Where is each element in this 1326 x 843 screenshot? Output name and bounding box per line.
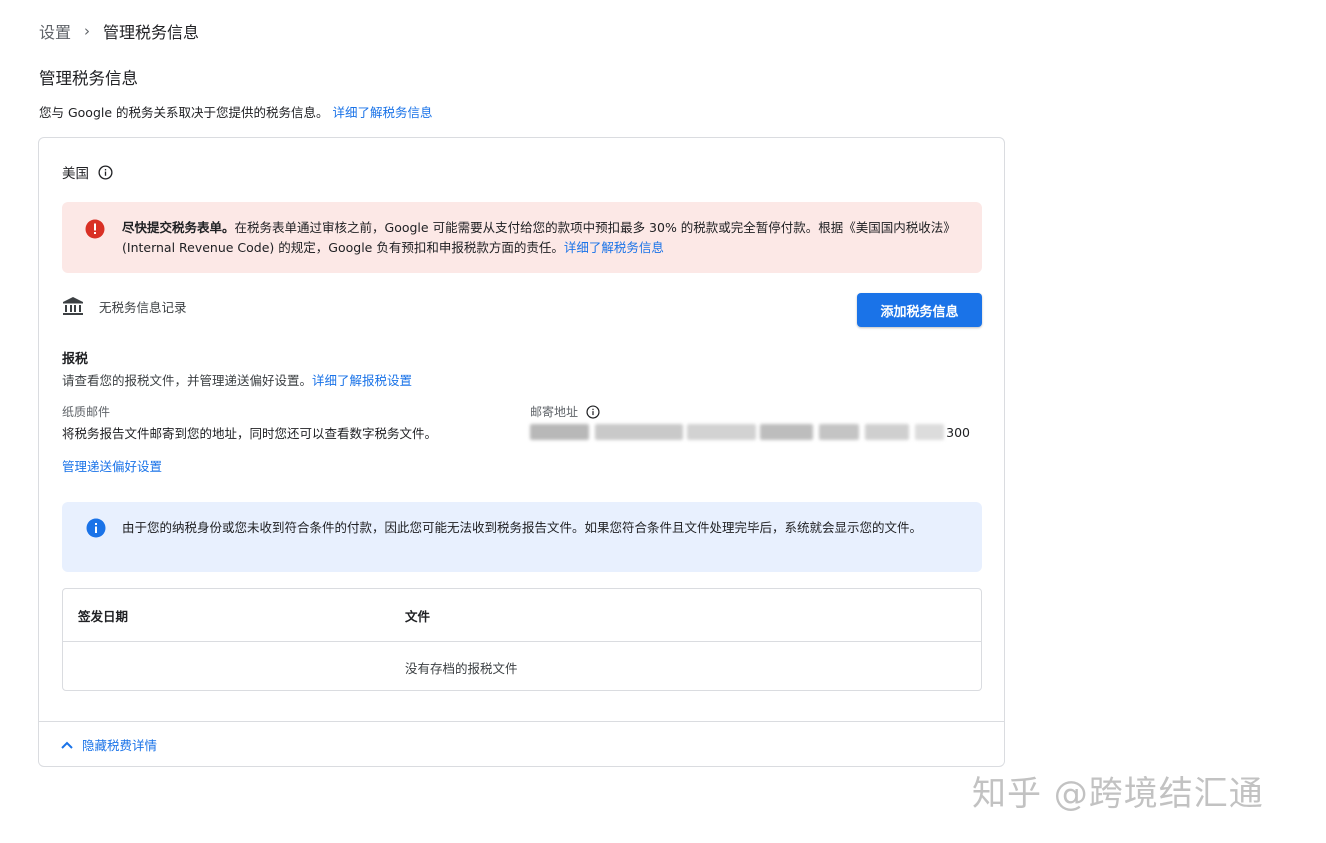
no-record-text: 无税务信息记录 — [99, 299, 187, 315]
learn-tax-filing-link[interactable]: 详细了解报税设置 — [312, 373, 412, 388]
hide-tax-details-toggle[interactable]: 隐藏税费详情 — [60, 735, 157, 754]
mailing-address-visible-tail: 300 — [946, 424, 970, 440]
tax-info-card: 美国 尽快提交税务表单。在税务表单通过审核之前，Google 可能需要从支付给您… — [38, 137, 1005, 767]
paper-mail-description: 将税务报告文件邮寄到您的地址，同时您还可以查看数字税务文件。 — [62, 426, 438, 441]
mailing-address-label-text: 邮寄地址 — [530, 405, 579, 419]
warning-body: 在税务表单通过审核之前，Google 可能需要从支付给您的款项中预扣最多 30%… — [122, 220, 956, 255]
column-header-file: 文件 — [405, 609, 431, 624]
bank-icon — [63, 297, 83, 315]
mailing-address-label: 邮寄地址 — [530, 403, 600, 420]
paper-mail-label: 纸质邮件 — [62, 405, 111, 419]
info-icon — [86, 518, 106, 538]
info-alert-text: 由于您的纳税身份或您未收到符合条件的付款，因此您可能无法收到税务报告文件。如果您… — [122, 520, 923, 535]
breadcrumb-current: 管理税务信息 — [103, 23, 200, 42]
tax-filing-description: 请查看您的报税文件，并管理递送偏好设置。详细了解报税设置 — [62, 370, 412, 389]
watermark: 知乎 @跨境结汇通 — [972, 774, 1264, 814]
add-tax-info-button[interactable]: 添加税务信息 — [857, 293, 982, 327]
manage-delivery-preferences-link[interactable]: 管理递送偏好设置 — [62, 456, 162, 475]
breadcrumb: 设置 › 管理税务信息 — [39, 20, 199, 42]
country-name: 美国 — [62, 166, 89, 182]
redacted-address-segment — [759, 424, 814, 440]
table-empty-text: 没有存档的报税文件 — [405, 661, 518, 676]
chevron-right-icon: › — [84, 22, 91, 40]
tax-filing-title: 报税 — [62, 352, 89, 367]
warning-bold: 尽快提交税务表单。 — [122, 220, 235, 235]
learn-tax-info-link[interactable]: 详细了解税务信息 — [333, 105, 433, 120]
tax-form-warning-alert: 尽快提交税务表单。在税务表单通过审核之前，Google 可能需要从支付给您的款项… — [62, 202, 982, 273]
tax-documents-table: 签发日期 文件 没有存档的报税文件 — [62, 588, 982, 691]
page-title: 管理税务信息 — [39, 69, 138, 88]
chevron-up-icon — [61, 741, 73, 749]
redacted-address-segment — [819, 424, 859, 440]
redacted-address-segment — [686, 424, 756, 440]
mailing-address-value: 300 — [530, 422, 970, 442]
info-outline-icon[interactable] — [586, 404, 600, 419]
redacted-address-segment — [864, 424, 909, 440]
breadcrumb-settings-link[interactable]: 设置 — [39, 19, 71, 43]
column-header-issue-date: 签发日期 — [78, 609, 129, 624]
page-description-text: 您与 Google 的税务关系取决于您提供的税务信息。 — [39, 105, 329, 120]
info-outline-icon[interactable] — [98, 164, 113, 180]
redacted-address-segment — [530, 424, 589, 440]
card-footer: 隐藏税费详情 — [39, 721, 1004, 767]
warning-learn-more-link[interactable]: 详细了解税务信息 — [564, 240, 664, 255]
table-divider — [63, 641, 981, 642]
hide-tax-details-label: 隐藏税费详情 — [82, 738, 158, 753]
page-description: 您与 Google 的税务关系取决于您提供的税务信息。 详细了解税务信息 — [39, 102, 433, 121]
redacted-address-segment — [914, 424, 945, 440]
tax-filing-description-text: 请查看您的报税文件，并管理递送偏好设置。 — [62, 373, 313, 388]
warning-text: 尽快提交税务表单。在税务表单通过审核之前，Google 可能需要从支付给您的款项… — [122, 218, 967, 258]
tax-document-info-alert: 由于您的纳税身份或您未收到符合条件的付款，因此您可能无法收到税务报告文件。如果您… — [62, 502, 982, 572]
error-icon — [85, 219, 105, 239]
tax-record-status: 无税务信息记录 — [62, 296, 187, 316]
redacted-address-segment — [594, 424, 683, 440]
country-header: 美国 — [62, 162, 113, 182]
